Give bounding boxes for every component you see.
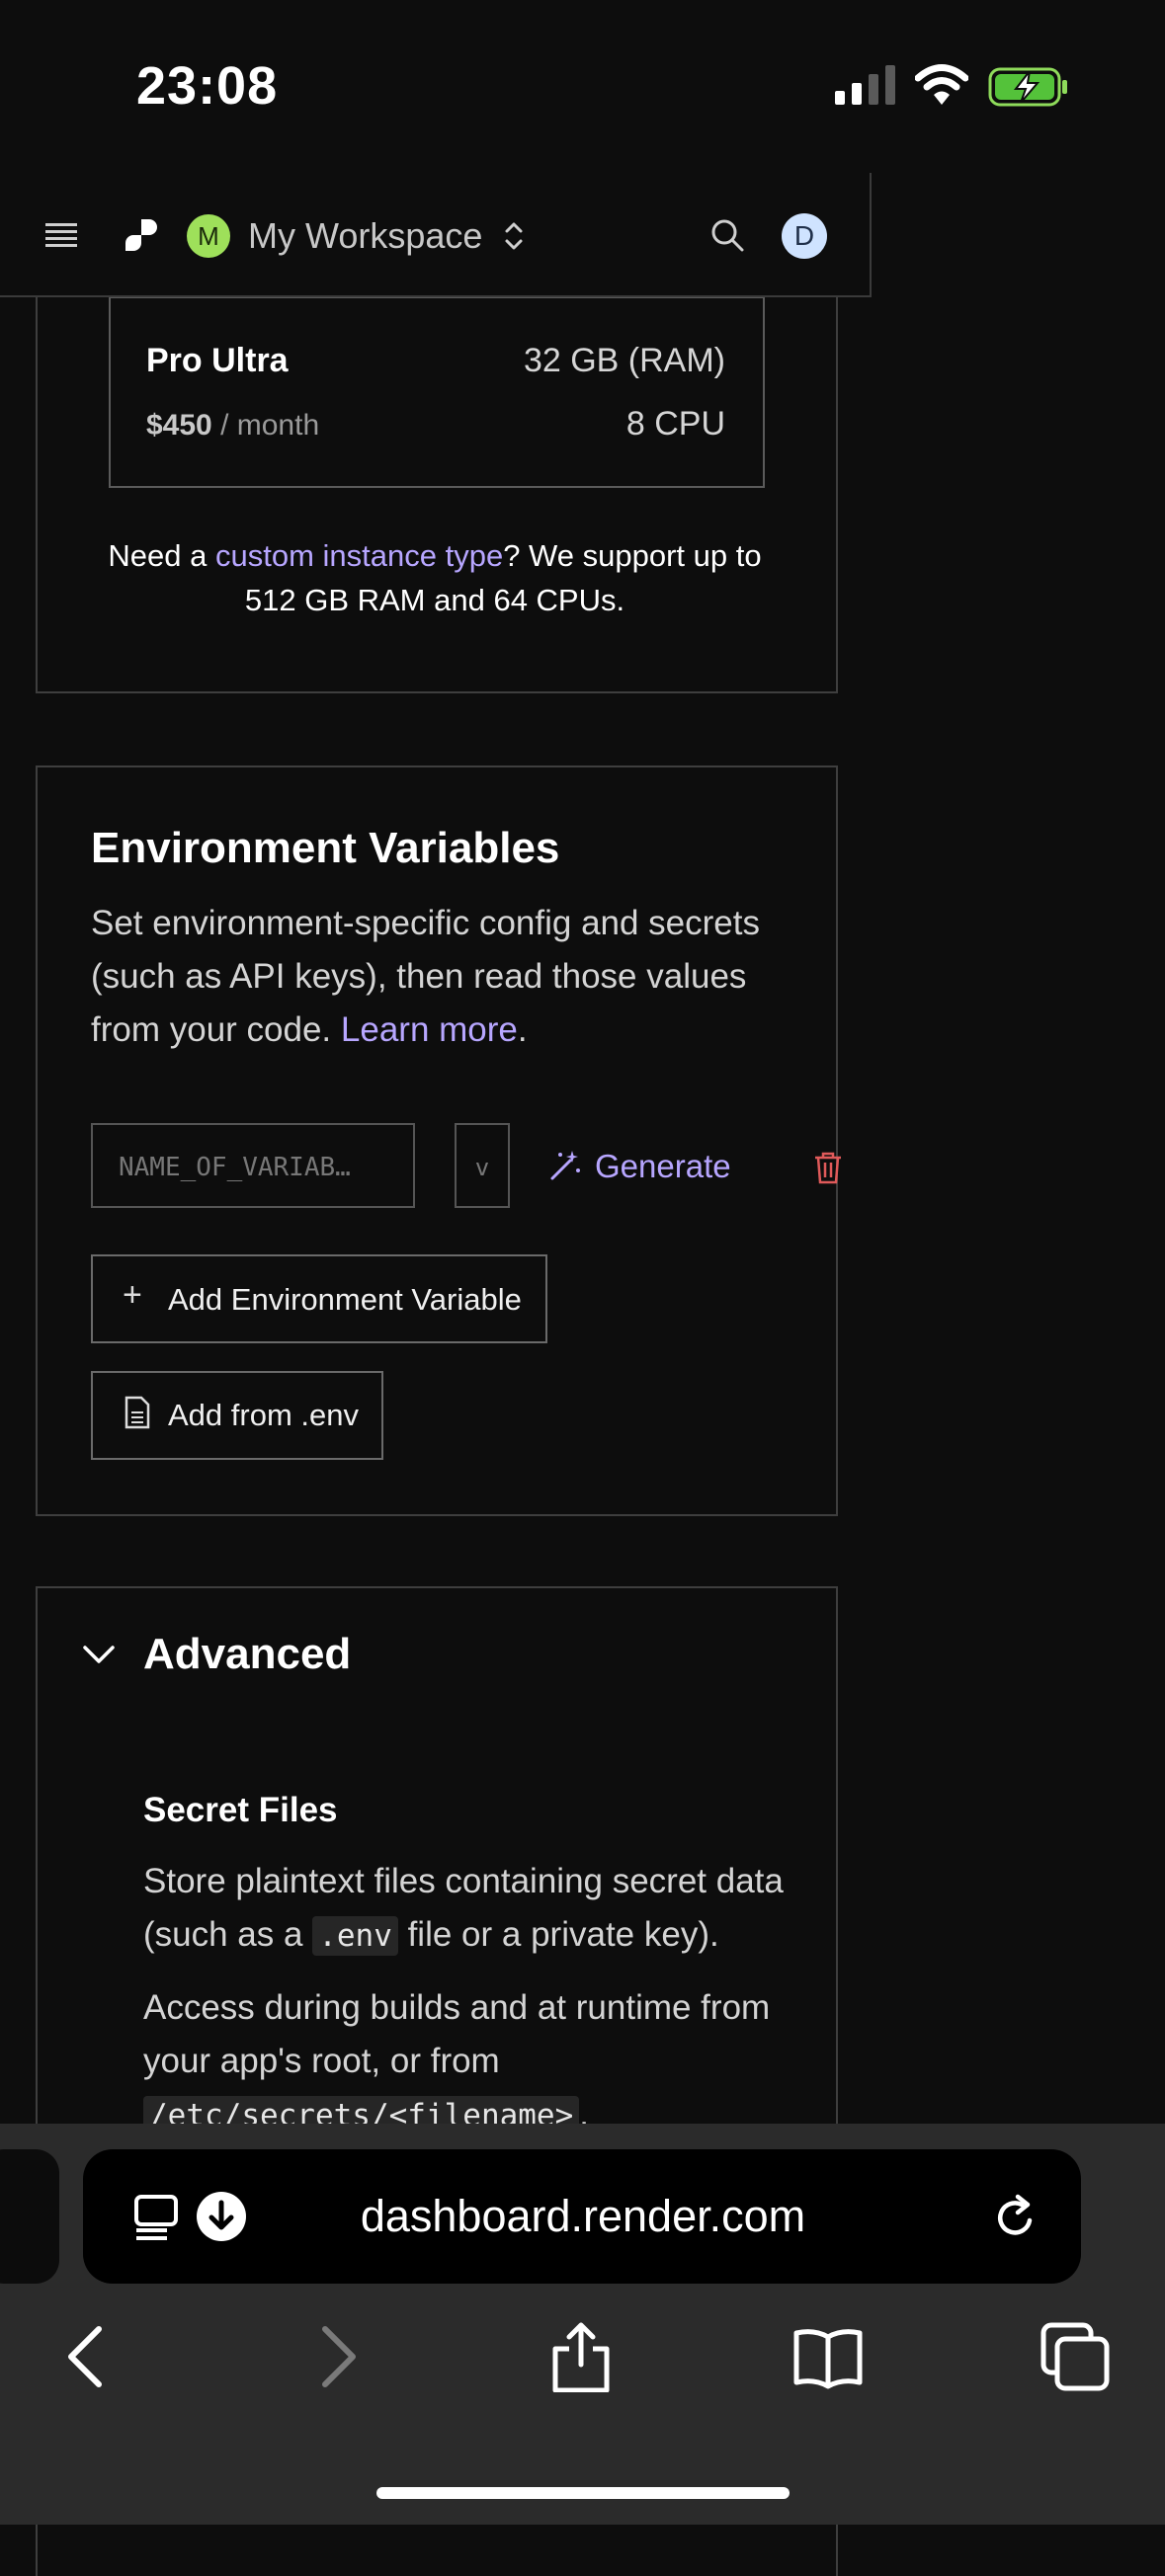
env-value-input[interactable]: v	[455, 1123, 510, 1208]
reload-icon[interactable]	[992, 2191, 1040, 2242]
sf-desc1-suffix: file or a private key).	[397, 1915, 719, 1954]
advanced-section-toggle[interactable]: Advanced	[143, 1630, 351, 1679]
workspace-switcher[interactable]: My Workspace	[248, 214, 482, 258]
share-icon[interactable]	[545, 2321, 617, 2392]
battery-charging-icon	[988, 67, 1067, 107]
previous-tab-preview[interactable]	[0, 2149, 59, 2284]
bookmarks-icon[interactable]	[792, 2321, 864, 2392]
cellular-signal-icon	[835, 65, 895, 105]
env-section-title: Environment Variables	[91, 824, 560, 872]
tabs-icon[interactable]	[1040, 2321, 1111, 2392]
back-icon[interactable]	[51, 2321, 123, 2392]
env-file-code: .env	[312, 1916, 398, 1956]
secret-files-title: Secret Files	[143, 1791, 338, 1829]
env-desc-period: .	[517, 1010, 528, 1049]
add-environment-variable-label: Add Environment Variable	[168, 1282, 522, 1317]
plan-price: $450 / month	[146, 409, 319, 443]
file-icon	[125, 1396, 150, 1429]
plan-price-suffix: / month	[211, 409, 320, 442]
learn-more-link[interactable]: Learn more	[341, 1010, 518, 1049]
env-section-description: Set environment-specific config and secr…	[91, 897, 802, 1057]
instance-plan-option[interactable]	[109, 296, 765, 488]
sf-desc2-prefix: Access during builds and at runtime from…	[143, 1988, 771, 2080]
forward-icon[interactable]	[301, 2321, 373, 2392]
chevron-down-icon[interactable]	[81, 1640, 117, 1669]
workspace-avatar[interactable]: M	[187, 214, 230, 258]
render-logo-icon[interactable]	[122, 215, 161, 255]
plan-ram: 32 GB (RAM)	[523, 342, 725, 379]
secret-files-description: Store plaintext files containing secret …	[143, 1855, 815, 1963]
plan-price-amount: $450	[146, 409, 212, 442]
magic-wand-icon[interactable]	[548, 1149, 582, 1182]
custom-instance-link[interactable]: custom instance type	[215, 538, 503, 573]
add-from-env-label: Add from .env	[168, 1398, 359, 1432]
home-indicator	[376, 2487, 790, 2499]
generate-button[interactable]: Generate	[595, 1148, 731, 1185]
custom-instance-note: Need a custom instance type? We support …	[89, 533, 781, 622]
plan-cpu: 8 CPU	[625, 405, 725, 443]
trash-icon[interactable]	[813, 1151, 843, 1184]
download-icon[interactable]	[196, 2191, 247, 2242]
env-key-input[interactable]: NAME_OF_VARIAB…	[91, 1123, 415, 1208]
status-time: 23:08	[136, 56, 279, 116]
note-prefix: Need a	[108, 538, 215, 573]
chevron-up-down-icon[interactable]	[502, 219, 526, 253]
page-menu-icon[interactable]	[133, 2191, 181, 2242]
plan-name: Pro Ultra	[146, 342, 289, 379]
plus-icon: +	[123, 1276, 142, 1314]
user-avatar[interactable]: D	[782, 213, 827, 259]
secret-files-access-note: Access during builds and at runtime from…	[143, 1981, 815, 2142]
wifi-icon	[915, 64, 968, 105]
search-icon[interactable]	[709, 217, 745, 253]
hamburger-menu-icon[interactable]	[45, 222, 77, 248]
url-text[interactable]: dashboard.render.com	[247, 2187, 919, 2246]
